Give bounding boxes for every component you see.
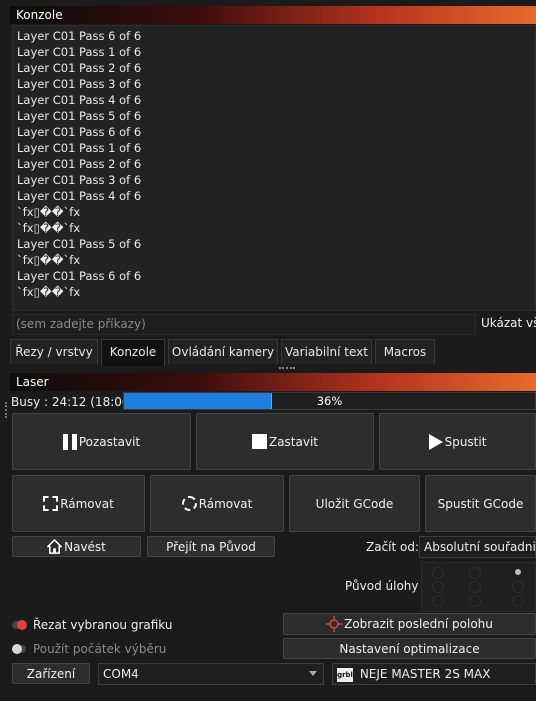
stop-button-label: Zastavit <box>268 434 319 449</box>
origin-dot-middle-right[interactable] <box>512 581 524 593</box>
job-origin-label: Původ úlohy <box>345 579 419 593</box>
tab-camera-control[interactable]: Ovládání kamery <box>168 339 278 364</box>
show-last-position-button[interactable]: Zobrazit poslední polohu <box>283 613 536 635</box>
show-all-checkbox-label[interactable]: Ukázat vše <box>481 316 536 330</box>
console-line: Layer C01 Pass 2 of 6 <box>17 61 142 75</box>
cut-selected-label: Řezat vybranou grafiku <box>33 618 173 632</box>
tab-macros[interactable]: Macros <box>375 339 435 364</box>
pause-icon <box>62 433 77 450</box>
console-line: Layer C01 Pass 6 of 6 <box>17 269 142 283</box>
play-icon <box>428 433 443 450</box>
command-input[interactable]: (sem zadejte příkazy) <box>12 314 476 335</box>
origin-dot-top-right-selected[interactable] <box>515 569 521 575</box>
origin-dot-center[interactable] <box>469 581 481 593</box>
console-line: Layer C01 Pass 4 of 6 <box>17 93 142 107</box>
splitter-handle[interactable] <box>279 367 295 369</box>
job-origin-selector[interactable] <box>421 562 536 612</box>
use-selection-origin-toggle[interactable] <box>12 644 26 654</box>
frame-circle-button[interactable]: Rámovat <box>150 475 284 532</box>
use-selection-origin-label: Použít počátek výběru <box>33 642 167 656</box>
dock-grip[interactable] <box>5 402 8 418</box>
run-gcode-button[interactable]: Spustit GCode <box>425 475 536 532</box>
chevron-down-icon <box>309 671 317 676</box>
job-progress-bar: 36% <box>123 392 536 410</box>
console-line: Layer C01 Pass 1 of 6 <box>17 141 142 155</box>
start-from-select[interactable]: Absolutní souřadnice <box>419 536 536 558</box>
home-button-label: Navést <box>64 539 106 554</box>
frame-rect-button-label: Rámovat <box>60 496 114 511</box>
home-icon <box>47 539 63 554</box>
start-button[interactable]: Spustit <box>379 413 536 470</box>
console-line: `fx▯��`fx <box>17 285 81 299</box>
save-gcode-button[interactable]: Uložit GCode <box>289 475 420 532</box>
console-line: Layer C01 Pass 1 of 6 <box>17 45 142 59</box>
cut-selected-toggle[interactable] <box>12 620 27 630</box>
stop-icon <box>251 434 267 449</box>
console-line: Layer C01 Pass 2 of 6 <box>17 157 142 171</box>
crosshair-icon <box>326 616 343 632</box>
devices-button[interactable]: Zařízení <box>12 663 90 684</box>
console-output[interactable]: Layer C01 Pass 6 of 6 Layer C01 Pass 1 of… <box>12 25 536 311</box>
console-line: Layer C01 Pass 3 of 6 <box>17 173 142 187</box>
port-select-value: COM4 <box>103 667 139 681</box>
console-panel-title: Konzole <box>10 6 536 24</box>
console-line: Layer C01 Pass 4 of 6 <box>17 189 142 203</box>
origin-dot-top-left[interactable] <box>432 567 444 579</box>
start-from-label: Začít od: <box>366 540 420 554</box>
console-line: Layer C01 Pass 5 of 6 <box>17 237 142 251</box>
origin-dot-bottom-left[interactable] <box>432 595 444 607</box>
origin-dot-bottom-center[interactable] <box>469 595 481 607</box>
optimization-settings-button[interactable]: Nastavení optimalizace <box>283 638 536 659</box>
home-button[interactable]: Navést <box>12 536 141 557</box>
tab-cuts-layers[interactable]: Řezy / vrstvy <box>10 339 98 364</box>
goto-origin-button[interactable]: Přejít na Původ <box>147 536 275 557</box>
frame-rectangle-icon <box>43 496 59 511</box>
device-select[interactable]: grbl NEJE MASTER 2S MAX <box>332 663 536 685</box>
frame-circle-icon <box>181 496 197 511</box>
show-last-position-label: Zobrazit poslední polohu <box>344 617 493 631</box>
console-line: Layer C01 Pass 6 of 6 <box>17 29 142 43</box>
grbl-logo-icon: grbl <box>337 667 353 682</box>
start-button-label: Spustit <box>444 434 487 449</box>
laser-panel-title: Laser <box>10 373 536 391</box>
busy-status: Busy : 24:12 (18:00) <box>11 395 135 409</box>
origin-dot-middle-left[interactable] <box>432 581 444 593</box>
pause-button[interactable]: Pozastavit <box>12 413 191 470</box>
frame-rect-button[interactable]: Rámovat <box>12 475 145 532</box>
console-line: Layer C01 Pass 6 of 6 <box>17 125 142 139</box>
frame-circle-button-label: Rámovat <box>198 496 253 511</box>
console-line: `fx▯��`fx <box>17 253 81 267</box>
console-line: Layer C01 Pass 5 of 6 <box>17 109 142 123</box>
progress-text: 36% <box>316 394 343 408</box>
console-line: `fx▯��`fx <box>17 205 81 219</box>
tab-console[interactable]: Konzole <box>101 339 165 366</box>
origin-dot-top-center[interactable] <box>469 567 481 579</box>
tab-variable-text[interactable]: Variabilní text <box>281 339 372 364</box>
port-select[interactable]: COM4 <box>98 663 324 685</box>
console-line: Layer C01 Pass 3 of 6 <box>17 77 142 91</box>
origin-dot-bottom-right[interactable] <box>512 595 524 607</box>
pause-button-label: Pozastavit <box>78 434 141 449</box>
device-select-value: NEJE MASTER 2S MAX <box>359 667 491 681</box>
console-line: `fx▯��`fx <box>17 221 81 235</box>
stop-button[interactable]: Zastavit <box>196 413 374 470</box>
